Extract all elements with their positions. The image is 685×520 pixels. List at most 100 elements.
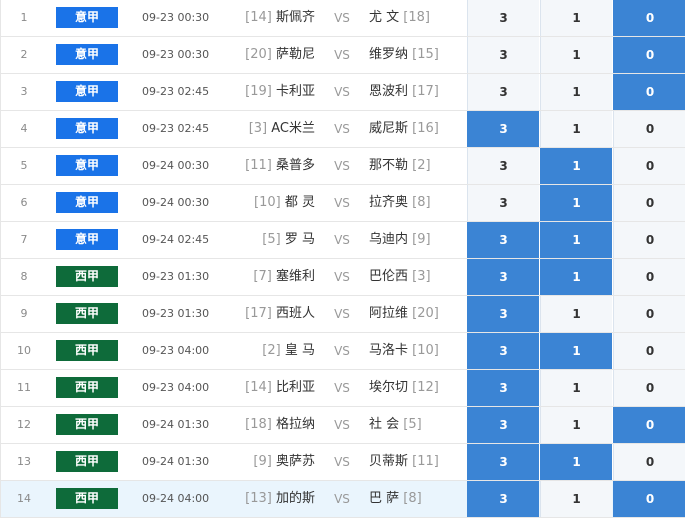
option-draw-button[interactable]: 1 xyxy=(540,259,612,295)
option-lose-button[interactable]: 0 xyxy=(613,148,685,184)
option-draw-button[interactable]: 1 xyxy=(540,222,612,258)
league-badge: 西甲 xyxy=(56,340,118,361)
away-team-name: 恩波利 xyxy=(369,84,409,99)
league-badge: 意甲 xyxy=(56,7,118,28)
option-win-button[interactable]: 3 xyxy=(467,37,539,73)
match-index: 10 xyxy=(17,344,31,357)
match-time: 09-23 04:00 xyxy=(142,344,210,357)
home-rank: [18] xyxy=(245,417,272,432)
home-rank: [10] xyxy=(254,195,281,210)
vs-label: VS xyxy=(334,11,350,25)
option-lose-button[interactable]: 0 xyxy=(613,296,685,332)
home-team: [20] 萨勒尼 xyxy=(231,37,315,73)
option-win-button[interactable]: 3 xyxy=(467,259,539,295)
away-team-name: 拉齐奥 xyxy=(369,195,409,210)
away-team: 社 会 [5] xyxy=(369,407,465,443)
match-time: 09-23 01:30 xyxy=(142,270,210,283)
match-index: 11 xyxy=(17,381,31,394)
option-draw-button[interactable]: 1 xyxy=(540,74,612,110)
option-lose-button[interactable]: 0 xyxy=(613,74,685,110)
option-draw-button[interactable]: 1 xyxy=(540,407,612,443)
option-draw-button[interactable]: 1 xyxy=(540,37,612,73)
vs-label: VS xyxy=(334,270,350,284)
away-team: 尤 文 [18] xyxy=(369,0,465,36)
away-rank: [8] xyxy=(403,491,422,506)
home-team: [17] 西班人 xyxy=(231,296,315,332)
home-team-name: 格拉纳 xyxy=(275,417,315,432)
option-lose-button[interactable]: 0 xyxy=(613,37,685,73)
option-draw-button[interactable]: 1 xyxy=(540,333,612,369)
option-draw-button[interactable]: 1 xyxy=(540,111,612,147)
option-lose-button[interactable]: 0 xyxy=(613,222,685,258)
option-win-button[interactable]: 3 xyxy=(467,333,539,369)
option-draw-button[interactable]: 1 xyxy=(540,0,612,36)
option-draw-button[interactable]: 1 xyxy=(540,370,612,406)
home-team: [5] 罗 马 xyxy=(231,222,315,258)
home-rank: [14] xyxy=(245,10,272,25)
option-win-button[interactable]: 3 xyxy=(467,148,539,184)
home-team-name: 比利亚 xyxy=(275,380,315,395)
home-rank: [3] xyxy=(248,121,268,136)
league-badge: 西甲 xyxy=(56,451,118,472)
away-rank: [10] xyxy=(412,343,439,358)
option-win-button[interactable]: 3 xyxy=(467,111,539,147)
match-time: 09-24 00:30 xyxy=(142,159,210,172)
option-draw-button[interactable]: 1 xyxy=(540,481,612,517)
home-rank: [11] xyxy=(245,158,272,173)
option-win-button[interactable]: 3 xyxy=(467,296,539,332)
option-win-button[interactable]: 3 xyxy=(467,370,539,406)
vs-label: VS xyxy=(334,85,350,99)
home-team: [11] 桑普多 xyxy=(231,148,315,184)
option-lose-button[interactable]: 0 xyxy=(613,333,685,369)
vs-label: VS xyxy=(334,492,350,506)
option-lose-button[interactable]: 0 xyxy=(613,370,685,406)
option-lose-button[interactable]: 0 xyxy=(613,481,685,517)
option-win-button[interactable]: 3 xyxy=(467,74,539,110)
option-lose-button[interactable]: 0 xyxy=(613,259,685,295)
option-win-button[interactable]: 3 xyxy=(467,444,539,480)
home-rank: [20] xyxy=(245,47,272,62)
away-team: 拉齐奥 [8] xyxy=(369,185,465,221)
match-table: 1 意甲 09-23 00:30 [14] 斯佩齐 VS 尤 文 [18] 3 … xyxy=(0,0,685,518)
option-lose-button[interactable]: 0 xyxy=(613,0,685,36)
home-team-name: 罗 马 xyxy=(284,232,315,247)
vs-label: VS xyxy=(334,344,350,358)
match-index: 12 xyxy=(17,418,31,431)
option-draw-button[interactable]: 1 xyxy=(540,444,612,480)
option-lose-button[interactable]: 0 xyxy=(613,444,685,480)
home-team-name: AC米兰 xyxy=(271,121,315,136)
home-team-name: 斯佩齐 xyxy=(275,10,315,25)
option-draw-button[interactable]: 1 xyxy=(540,185,612,221)
option-win-button[interactable]: 3 xyxy=(467,185,539,221)
match-time: 09-24 00:30 xyxy=(142,196,210,209)
option-win-button[interactable]: 3 xyxy=(467,407,539,443)
vs-label: VS xyxy=(334,159,350,173)
away-rank: [18] xyxy=(403,10,430,25)
match-index: 5 xyxy=(20,159,28,172)
league-badge: 意甲 xyxy=(56,81,118,102)
option-draw-button[interactable]: 1 xyxy=(540,148,612,184)
home-team: [19] 卡利亚 xyxy=(231,74,315,110)
option-lose-button[interactable]: 0 xyxy=(613,111,685,147)
match-index: 6 xyxy=(20,196,28,209)
away-team-name: 阿拉维 xyxy=(369,306,409,321)
match-row: 8 西甲 09-23 01:30 [7] 塞维利 VS 巴伦西 [3] 3 1 … xyxy=(0,259,685,296)
away-rank: [5] xyxy=(403,417,422,432)
home-team: [18] 格拉纳 xyxy=(231,407,315,443)
away-team: 威尼斯 [16] xyxy=(369,111,465,147)
option-win-button[interactable]: 3 xyxy=(467,481,539,517)
home-team-name: 加的斯 xyxy=(275,491,315,506)
match-time: 09-24 02:45 xyxy=(142,233,210,246)
vs-label: VS xyxy=(334,455,350,469)
home-team-name: 都 灵 xyxy=(284,195,315,210)
match-index: 14 xyxy=(17,492,31,505)
away-team: 埃尔切 [12] xyxy=(369,370,465,406)
option-lose-button[interactable]: 0 xyxy=(613,185,685,221)
option-win-button[interactable]: 3 xyxy=(467,222,539,258)
option-draw-button[interactable]: 1 xyxy=(540,296,612,332)
league-badge: 西甲 xyxy=(56,377,118,398)
away-rank: [16] xyxy=(412,121,439,136)
option-win-button[interactable]: 3 xyxy=(467,0,539,36)
option-lose-button[interactable]: 0 xyxy=(613,407,685,443)
away-rank: [9] xyxy=(412,232,431,247)
